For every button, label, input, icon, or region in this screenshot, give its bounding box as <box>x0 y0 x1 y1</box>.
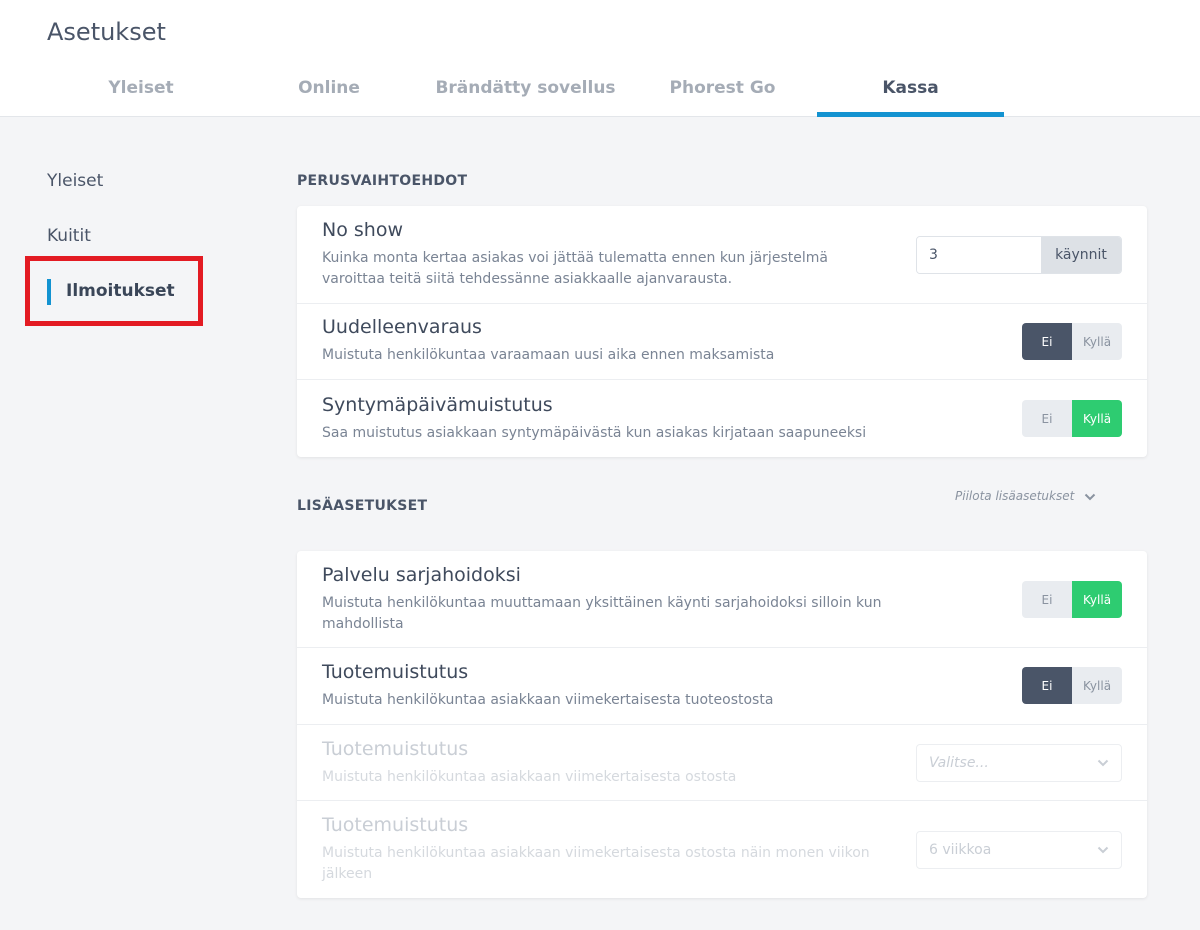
setting-title: Palvelu sarjahoidoksi <box>322 564 521 586</box>
setting-description: Kuinka monta kertaa asiakas voi jättää t… <box>322 250 828 287</box>
setting-row-birthday: Syntymäpäivämuistutus Saa muistutus asia… <box>297 380 1147 457</box>
tab-label: Brändätty sovellus <box>435 78 616 98</box>
active-tab-indicator <box>817 112 1004 117</box>
setting-title: Tuotemuistutus <box>322 814 469 836</box>
section-title-basic: PERUSVAIHTOEHDOT <box>297 173 468 189</box>
page-title: Asetukset <box>47 18 166 46</box>
birthday-toggle: Ei Kyllä <box>1022 400 1122 437</box>
product-select-dropdown[interactable]: Valitse... <box>916 744 1122 782</box>
setting-title: Tuotemuistutus <box>322 738 469 760</box>
advanced-settings-card: Palvelu sarjahoidoksi Muistuta henkilöku… <box>297 551 1147 898</box>
toggle-off-button[interactable]: Ei <box>1022 667 1072 704</box>
tab-kassa[interactable]: Kassa <box>817 78 1004 117</box>
tab-label: Phorest Go <box>669 78 776 98</box>
basic-settings-card: No show Kuinka monta kertaa asiakas voi … <box>297 206 1147 457</box>
toggle-on-button[interactable]: Kyllä <box>1072 400 1122 437</box>
setting-description: Muistuta henkilökuntaa asiakkaan viimeke… <box>322 692 774 708</box>
setting-title: No show <box>322 219 403 241</box>
hide-advanced-label: Piilota lisäasetukset <box>955 489 1075 503</box>
setting-row-product-select: Tuotemuistutus Muistuta henkilökuntaa as… <box>297 725 1147 801</box>
sidebar-item-label: Kuitit <box>47 226 91 246</box>
unit-addon: käynnit <box>1041 237 1121 273</box>
dropdown-placeholder: Valitse... <box>929 755 989 771</box>
tab-label: Online <box>298 78 360 98</box>
toggle-off-button[interactable]: Ei <box>1022 400 1072 437</box>
tab-label: Yleiset <box>108 78 174 98</box>
setting-description: Saa muistutus asiakkaan syntymäpäivästä … <box>322 425 867 441</box>
weeks-select-dropdown[interactable]: 6 viikkoa <box>916 831 1122 869</box>
tab-branded-app[interactable]: Brändätty sovellus <box>423 78 628 117</box>
top-bar: Asetukset Yleiset Online Brändätty sovel… <box>0 0 1200 117</box>
rebooking-toggle: Ei Kyllä <box>1022 323 1122 360</box>
course-toggle: Ei Kyllä <box>1022 581 1122 618</box>
setting-title: Syntymäpäivämuistutus <box>322 394 553 416</box>
toggle-off-button[interactable]: Ei <box>1022 323 1072 360</box>
tab-online[interactable]: Online <box>235 78 423 117</box>
section-title-advanced: LISÄASETUKSET <box>297 498 428 514</box>
toggle-on-button[interactable]: Kyllä <box>1072 323 1122 360</box>
setting-description: Muistuta henkilökuntaa varaamaan uusi ai… <box>322 347 775 363</box>
product-reminder-toggle: Ei Kyllä <box>1022 667 1122 704</box>
sidebar-item-label: Yleiset <box>47 171 104 191</box>
toggle-on-button[interactable]: Kyllä <box>1072 667 1122 704</box>
chevron-down-icon <box>1097 755 1109 771</box>
tab-phorest-go[interactable]: Phorest Go <box>628 78 817 117</box>
chevron-down-icon <box>1097 842 1109 858</box>
setting-row-product-weeks: Tuotemuistutus Muistuta henkilökuntaa as… <box>297 801 1147 898</box>
tab-yleiset[interactable]: Yleiset <box>47 78 235 117</box>
hide-advanced-link[interactable]: Piilota lisäasetukset <box>955 489 1096 504</box>
setting-title: Uudelleenvaraus <box>322 316 482 338</box>
setting-description: Muistuta henkilökuntaa asiakkaan viimeke… <box>322 845 870 882</box>
tab-label: Kassa <box>882 78 939 98</box>
sidebar-item-kuitit[interactable]: Kuitit <box>47 226 91 246</box>
setting-row-no-show: No show Kuinka monta kertaa asiakas voi … <box>297 206 1147 304</box>
toggle-on-button[interactable]: Kyllä <box>1072 581 1122 618</box>
dropdown-value: 6 viikkoa <box>929 842 992 858</box>
setting-row-product-reminder: Tuotemuistutus Muistuta henkilökuntaa as… <box>297 648 1147 725</box>
highlight-annotation <box>25 256 203 326</box>
setting-title: Tuotemuistutus <box>322 661 469 683</box>
setting-description: Muistuta henkilökuntaa muuttamaan yksitt… <box>322 595 882 632</box>
setting-description: Muistuta henkilökuntaa asiakkaan viimeke… <box>322 769 737 785</box>
setting-row-course: Palvelu sarjahoidoksi Muistuta henkilöku… <box>297 551 1147 648</box>
no-show-count-input[interactable] <box>917 237 1041 273</box>
toggle-off-button[interactable]: Ei <box>1022 581 1072 618</box>
chevron-down-icon <box>1084 490 1096 504</box>
sidebar-item-yleiset[interactable]: Yleiset <box>47 171 103 191</box>
no-show-count-field: käynnit <box>916 236 1122 274</box>
setting-row-rebooking: Uudelleenvaraus Muistuta henkilökuntaa v… <box>297 304 1147 380</box>
